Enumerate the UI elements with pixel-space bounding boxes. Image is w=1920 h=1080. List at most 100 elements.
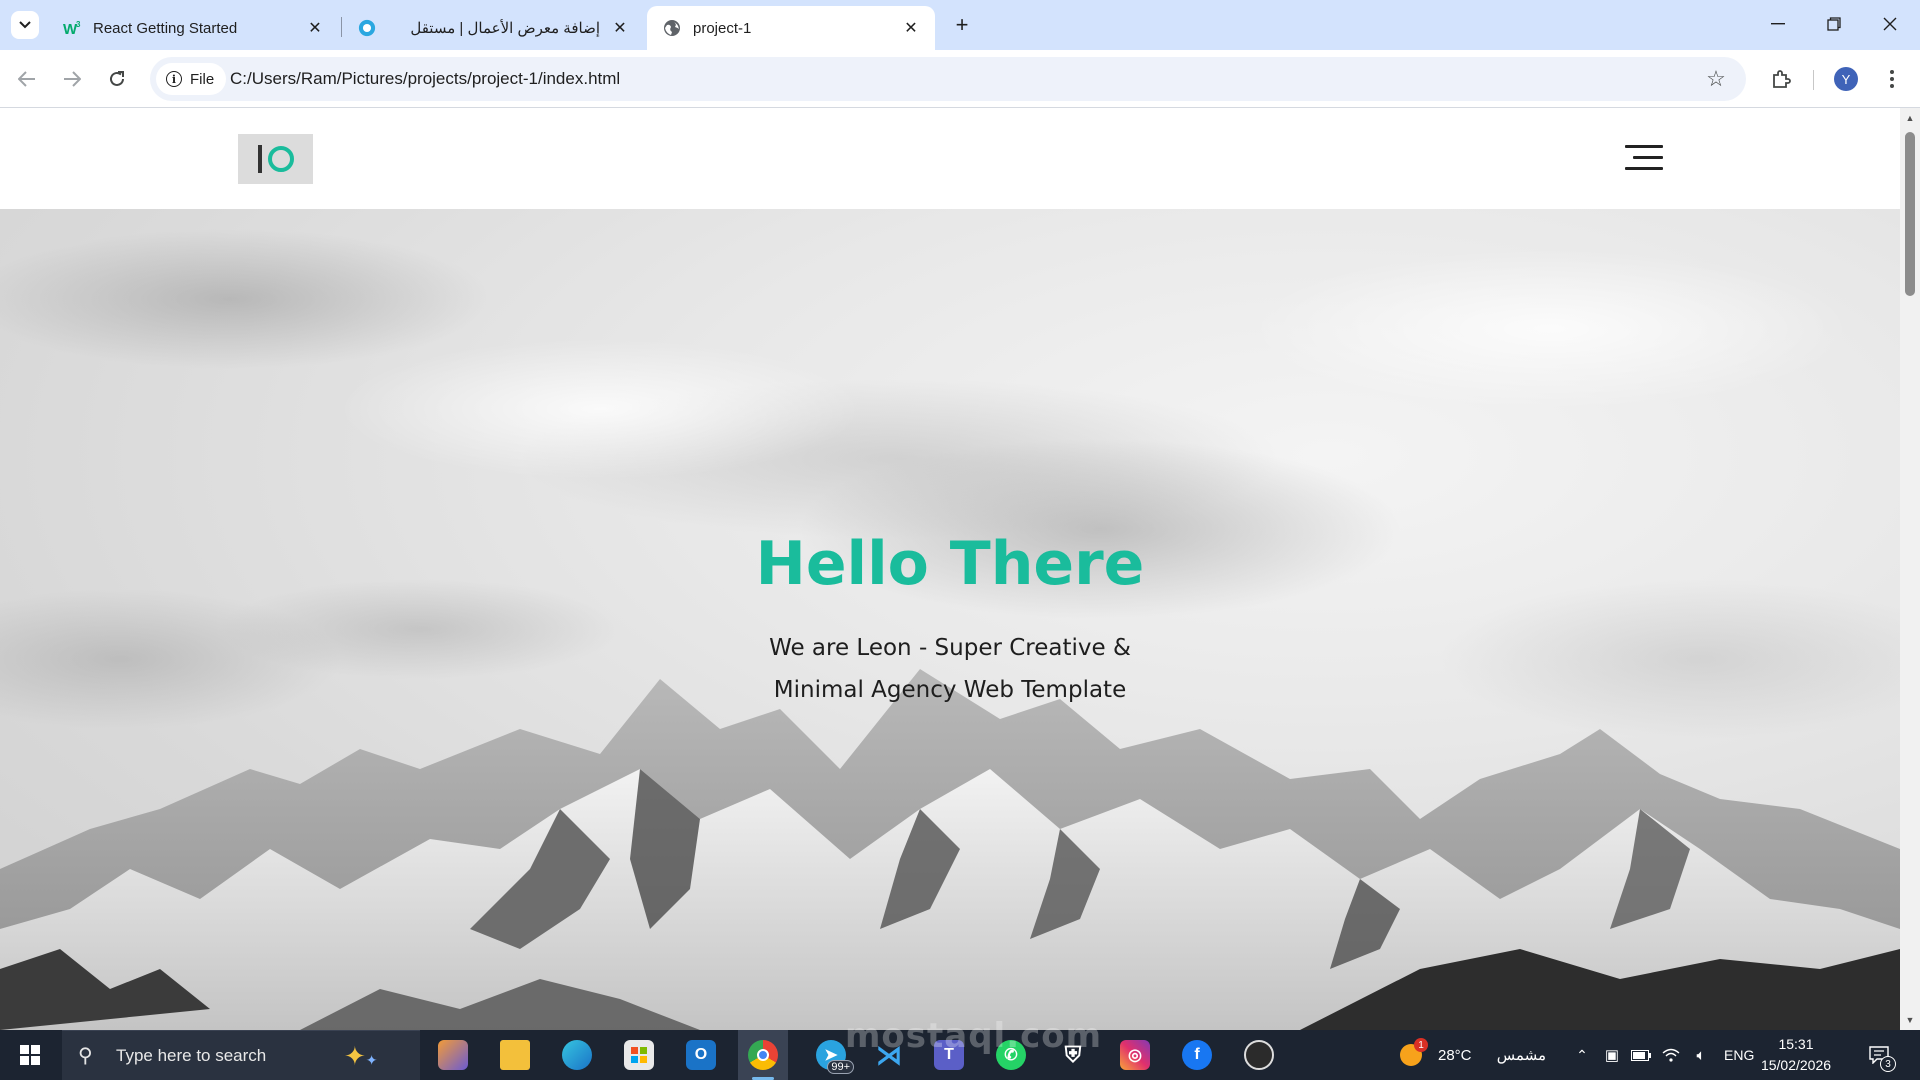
toolbar-divider xyxy=(1813,70,1814,90)
page-viewport: Hello There We are Leon - Super Creative… xyxy=(0,108,1920,1030)
obs-icon xyxy=(1244,1040,1274,1070)
notification-count-badge: 3 xyxy=(1880,1056,1896,1072)
notification-center-button[interactable]: 3 xyxy=(1866,1042,1896,1072)
tab-strip: W3 React Getting Started ✕ إضافة معرض ال… xyxy=(0,0,1920,50)
copilot-icon xyxy=(438,1040,468,1070)
restore-icon xyxy=(1827,17,1841,31)
info-icon: i xyxy=(166,71,182,87)
hero-subtitle-line: We are Leon - Super Creative & xyxy=(769,635,1131,661)
hero-subtitle: We are Leon - Super Creative & Minimal A… xyxy=(0,627,1900,711)
weather-alert-badge: 1 xyxy=(1414,1038,1428,1052)
back-button[interactable] xyxy=(9,61,45,97)
avatar: Y xyxy=(1834,67,1858,91)
w3schools-icon: W3 xyxy=(63,19,81,37)
new-tab-button[interactable]: + xyxy=(948,11,976,39)
clock[interactable]: 15:31 15/02/2026 xyxy=(1752,1034,1840,1076)
minimize-icon xyxy=(1771,23,1785,25)
site-info-chip[interactable]: i File xyxy=(156,63,227,95)
minimize-button[interactable] xyxy=(1750,0,1806,48)
close-tab-icon[interactable]: ✕ xyxy=(610,18,630,38)
outlook-icon: O xyxy=(686,1040,716,1070)
menu-icon-line xyxy=(1633,156,1663,159)
tab-title: إضافة معرض الأعمال | مستقل xyxy=(410,20,600,37)
site-info-label: File xyxy=(190,70,215,88)
menu-icon-line xyxy=(1625,145,1663,148)
svg-text:3: 3 xyxy=(76,20,81,29)
hero-subtitle-line: Minimal Agency Web Template xyxy=(773,677,1127,703)
scroll-up-arrow-icon[interactable]: ▲ xyxy=(1900,110,1920,126)
site-header xyxy=(0,108,1900,209)
start-button[interactable] xyxy=(0,1030,60,1080)
sparkle-icon: ✦✦ xyxy=(344,1041,378,1071)
weather-temp[interactable]: 28°C xyxy=(1438,1030,1472,1080)
store-icon xyxy=(624,1040,654,1070)
clock-date: 15/02/2026 xyxy=(1760,1057,1832,1073)
scroll-thumb[interactable] xyxy=(1905,132,1915,296)
copilot-app[interactable] xyxy=(428,1030,478,1080)
url-text[interactable]: C:/Users/Ram/Pictures/projects/project-1… xyxy=(230,57,620,101)
mountain-background-image xyxy=(0,229,1900,1030)
instagram-app[interactable]: ◎ xyxy=(1110,1030,1160,1080)
outlook-app[interactable]: O xyxy=(676,1030,726,1080)
edge-app[interactable] xyxy=(552,1030,602,1080)
telegram-badge: 99+ xyxy=(827,1060,854,1074)
browser-menu-button[interactable] xyxy=(1874,61,1910,97)
extensions-button[interactable] xyxy=(1763,61,1799,97)
folder-icon xyxy=(500,1040,530,1070)
close-tab-icon[interactable]: ✕ xyxy=(305,18,325,38)
tab-mostaql[interactable]: إضافة معرض الأعمال | مستقل ✕ xyxy=(342,6,644,50)
instagram-icon: ◎ xyxy=(1120,1040,1150,1070)
more-vertical-icon xyxy=(1890,70,1894,88)
language-indicator[interactable]: ENG xyxy=(1724,1030,1754,1080)
reload-button[interactable] xyxy=(99,61,135,97)
logo-bar xyxy=(257,145,262,173)
restore-button[interactable] xyxy=(1806,0,1862,48)
arrow-right-icon xyxy=(64,71,81,87)
browser-toolbar: i File C:/Users/Ram/Pictures/projects/pr… xyxy=(0,50,1920,108)
taskbar-search-box[interactable]: ⚲ Type here to search ✦✦ xyxy=(62,1030,420,1080)
arrow-left-icon xyxy=(18,71,35,87)
puzzle-icon xyxy=(1773,70,1791,88)
bookmark-star-icon[interactable]: ☆ xyxy=(1704,66,1728,91)
page-scrollbar[interactable]: ▲ ▼ xyxy=(1900,108,1920,1030)
forward-button[interactable] xyxy=(54,61,90,97)
facebook-icon: f xyxy=(1182,1040,1212,1070)
wifi-icon[interactable] xyxy=(1658,1030,1684,1080)
facebook-app[interactable]: f xyxy=(1172,1030,1222,1080)
close-window-button[interactable] xyxy=(1862,0,1918,48)
battery-icon[interactable] xyxy=(1628,1030,1654,1080)
weather-icon[interactable]: 1 xyxy=(1396,1030,1428,1080)
hero-title: Hello There xyxy=(755,529,1145,599)
menu-icon[interactable] xyxy=(1625,145,1665,171)
search-placeholder: Type here to search xyxy=(116,1045,267,1065)
weather-text[interactable]: مشمس xyxy=(1486,1030,1546,1080)
mostaql-icon xyxy=(358,19,376,37)
tab-project-1[interactable]: project-1 ✕ xyxy=(647,6,935,50)
address-bar[interactable]: i File C:/Users/Ram/Pictures/projects/pr… xyxy=(150,57,1746,101)
site-logo[interactable] xyxy=(238,134,313,184)
tab-react-getting-started[interactable]: W3 React Getting Started ✕ xyxy=(47,6,339,50)
hero-section: Hello There We are Leon - Super Creative… xyxy=(0,209,1900,1030)
volume-icon[interactable]: 🔈︎ xyxy=(1688,1030,1714,1080)
windows-logo-icon xyxy=(20,1045,40,1065)
file-explorer-app[interactable] xyxy=(490,1030,540,1080)
globe-icon xyxy=(663,19,681,37)
tab-search-button[interactable] xyxy=(11,11,39,39)
menu-icon-line xyxy=(1625,167,1663,170)
chrome-icon xyxy=(748,1040,778,1070)
profile-button[interactable]: Y xyxy=(1828,61,1864,97)
close-tab-icon[interactable]: ✕ xyxy=(901,18,921,38)
show-hidden-icons-icon[interactable]: ⌃ xyxy=(1570,1030,1594,1080)
store-app[interactable] xyxy=(614,1030,664,1080)
clock-time: 15:31 xyxy=(1778,1036,1814,1052)
reload-icon xyxy=(110,71,124,86)
obs-app[interactable] xyxy=(1234,1030,1284,1080)
close-icon xyxy=(1883,17,1897,31)
logo-ring xyxy=(267,146,294,172)
search-icon: ⚲ xyxy=(78,1045,93,1067)
watermark-text: mostaql.com xyxy=(845,1016,1103,1056)
chrome-app[interactable] xyxy=(738,1030,788,1080)
device-icon[interactable]: ▣ xyxy=(1600,1030,1624,1080)
scroll-down-arrow-icon[interactable]: ▼ xyxy=(1900,1012,1920,1028)
edge-icon xyxy=(562,1040,592,1070)
